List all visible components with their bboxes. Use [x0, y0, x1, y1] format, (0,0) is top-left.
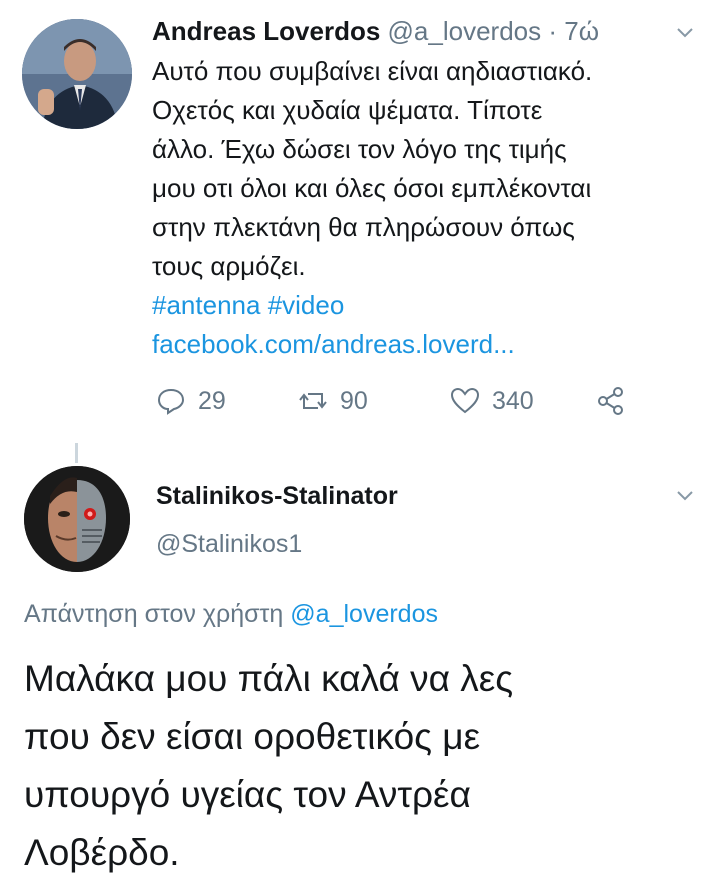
tweet-text-line: τους αρμόζει. — [152, 251, 306, 281]
hashtag-link[interactable]: #video — [268, 290, 345, 320]
like-button[interactable]: 340 — [450, 386, 534, 416]
avatar-image — [24, 466, 130, 572]
tweet-text-line: Λοβέρδο. — [24, 832, 180, 873]
reply-to-handle[interactable]: @a_loverdos — [290, 600, 438, 628]
reply-count: 29 — [198, 386, 226, 415]
tweet-text-line: που δεν είσαι οροθετικός με — [24, 716, 481, 757]
display-name[interactable]: Stalinikos-Stalinator — [156, 482, 398, 511]
reply-prefix: Απάντηση στον χρήστη — [24, 600, 284, 628]
retweet-icon — [299, 393, 327, 409]
share-icon — [598, 387, 623, 415]
like-count: 340 — [492, 386, 534, 415]
chevron-down-icon[interactable] — [676, 489, 694, 507]
display-name[interactable]: Andreas Loverdos — [152, 16, 380, 46]
separator: · — [548, 16, 558, 46]
tweet-text: Μαλάκα μου πάλι καλά να λες που δεν είσα… — [24, 650, 714, 882]
reply-icon — [157, 388, 185, 415]
reply-context: Απάντηση στον χρήστη @a_loverdos — [24, 600, 438, 629]
tweet-text-line: άλλο. Έχω δώσει τον λόγο της τιμής — [152, 134, 567, 164]
retweet-count: 90 — [340, 386, 368, 415]
retweet-button[interactable]: 90 — [298, 386, 368, 416]
like-icon — [450, 387, 480, 414]
tweet-text-line: Οχετός και χυδαία ψέματα. Τίποτε — [152, 95, 543, 125]
reply-button[interactable]: 29 — [156, 386, 226, 416]
handle[interactable]: @a_loverdos — [388, 16, 542, 46]
thread-line — [75, 443, 78, 463]
chevron-down-icon[interactable] — [676, 26, 694, 44]
avatar[interactable] — [24, 466, 130, 572]
tweet-text-line: υπουργό υγείας τον Αντρέα — [24, 774, 471, 815]
hashtag-link[interactable]: #antenna — [152, 290, 260, 320]
avatar[interactable] — [22, 19, 132, 129]
avatar-image — [22, 19, 132, 129]
tweet-text-line: στην πλεκτάνη θα πληρώσουν όπως — [152, 212, 575, 242]
tweet-text: Αυτό που συμβαίνει είναι αηδιαστιακό. Οχ… — [152, 52, 712, 364]
handle[interactable]: @Stalinikos1 — [156, 530, 302, 559]
timestamp[interactable]: 7ώ — [564, 16, 599, 46]
share-button[interactable] — [596, 386, 626, 416]
tweet-text-line: Αυτό που συμβαίνει είναι αηδιαστιακό. — [152, 56, 593, 86]
tweet-text-line: μου οτι όλοι και όλες όσοι εμπλέκονται — [152, 173, 592, 203]
tweet-text-line: Μαλάκα μου πάλι καλά να λες — [24, 658, 514, 699]
external-link[interactable]: facebook.com/andreas.loverd... — [152, 325, 712, 364]
